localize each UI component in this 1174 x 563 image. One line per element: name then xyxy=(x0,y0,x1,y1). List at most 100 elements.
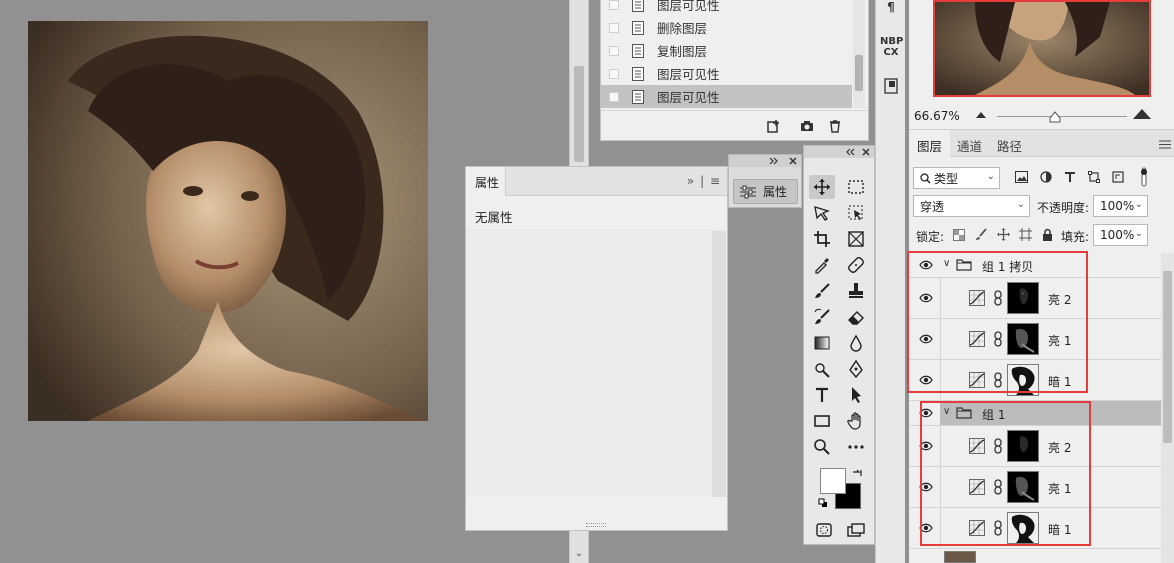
lock-image-pixels-icon[interactable] xyxy=(975,228,987,241)
blend-mode-select[interactable]: 穿透 ⌄ xyxy=(913,195,1030,217)
new-document-from-state-icon[interactable] xyxy=(767,119,781,133)
pen-tool-icon[interactable] xyxy=(843,357,869,381)
eyedropper-tool-icon[interactable] xyxy=(809,253,835,277)
history-item[interactable]: 图层可见性 xyxy=(601,0,852,16)
crop-tool-icon[interactable] xyxy=(809,227,835,251)
panel-collapse-glyph: » xyxy=(686,174,696,188)
glyphs-icon[interactable] xyxy=(880,78,902,94)
zoom-tool-icon[interactable] xyxy=(809,435,835,459)
history-item-label: 复制图层 xyxy=(657,44,708,59)
history-state-icon xyxy=(632,89,644,104)
smart-object-filter-icon[interactable] xyxy=(1112,171,1124,183)
properties-button[interactable]: 属性 xyxy=(733,179,798,204)
panel-menu-icon[interactable] xyxy=(1159,140,1171,149)
properties-scrollbar[interactable] xyxy=(712,231,726,497)
move-tool-icon[interactable] xyxy=(809,175,835,199)
fill-field[interactable]: 100% ⌄ xyxy=(1093,224,1148,246)
hand-tool-icon[interactable] xyxy=(843,409,869,433)
history-checkbox[interactable] xyxy=(609,0,619,10)
type-layer-filter-icon[interactable] xyxy=(1064,171,1076,183)
shape-layer-filter-icon[interactable] xyxy=(1088,171,1100,183)
zoom-out-icon[interactable] xyxy=(976,112,986,118)
scrollbar-thumb[interactable] xyxy=(1163,271,1172,443)
expand-icon[interactable] xyxy=(846,148,856,156)
clone-stamp-tool-icon[interactable] xyxy=(843,279,869,303)
history-checkbox[interactable] xyxy=(609,68,619,79)
history-brush-tool-icon[interactable] xyxy=(809,305,835,329)
swap-colors-icon[interactable] xyxy=(851,468,863,480)
history-checkbox[interactable] xyxy=(609,22,619,33)
panel-resize-grip[interactable] xyxy=(586,523,606,527)
zoom-in-icon[interactable] xyxy=(1133,109,1151,119)
chevron-down-icon: ⌄ xyxy=(986,171,995,182)
lock-all-icon[interactable] xyxy=(1042,228,1053,241)
panel-menu-icon[interactable]: » | ≡ xyxy=(687,174,721,188)
tab-layers[interactable]: 图层 xyxy=(909,130,951,157)
background-layer-thumbnail[interactable] xyxy=(944,551,976,563)
search-icon xyxy=(920,172,931,184)
history-item-label: 图层可见性 xyxy=(657,90,720,105)
healing-brush-tool-icon[interactable] xyxy=(843,253,869,277)
tab-properties[interactable]: 属性 xyxy=(466,167,506,196)
history-checkbox[interactable] xyxy=(609,91,619,102)
tab-channels[interactable]: 通道 xyxy=(949,130,990,157)
navigator-thumbnail[interactable] xyxy=(933,0,1151,97)
screen-mode-icon[interactable] xyxy=(843,518,869,542)
history-item[interactable]: 图层可见性 xyxy=(601,62,852,85)
blur-tool-icon[interactable] xyxy=(843,331,869,355)
history-item-selected[interactable]: 图层可见性 xyxy=(601,85,852,108)
scrollbar-thumb[interactable] xyxy=(574,66,584,162)
history-state-icon xyxy=(632,43,644,58)
trash-icon[interactable] xyxy=(828,119,842,133)
paragraph-icon[interactable]: ¶ xyxy=(880,0,902,14)
frame-tool-icon[interactable] xyxy=(843,227,869,251)
type-tool-icon[interactable] xyxy=(809,383,835,407)
gradient-tool-icon[interactable] xyxy=(809,331,835,355)
panel-header[interactable] xyxy=(729,155,801,167)
opacity-field[interactable]: 100% ⌄ xyxy=(1093,195,1148,217)
zoom-slider-track[interactable] xyxy=(997,116,1127,117)
quick-mask-icon[interactable] xyxy=(811,518,837,542)
panel-header[interactable] xyxy=(804,146,874,158)
marquee-tool-icon[interactable] xyxy=(843,175,869,199)
history-scrollbar[interactable] xyxy=(853,0,865,108)
layers-tabbar: 图层 通道 路径 xyxy=(909,129,1174,157)
brush-tool-icon[interactable] xyxy=(809,279,835,303)
eraser-tool-icon[interactable] xyxy=(843,305,869,329)
rectangle-tool-icon[interactable] xyxy=(809,409,835,433)
history-checkbox[interactable] xyxy=(609,45,619,56)
default-colors-icon[interactable] xyxy=(818,498,828,508)
dodge-tool-icon[interactable] xyxy=(809,357,835,381)
highlight-box-group xyxy=(920,401,1091,546)
foreground-color-swatch[interactable] xyxy=(820,468,846,494)
zoom-value[interactable]: 66.67% xyxy=(914,109,960,123)
portrait-image[interactable] xyxy=(28,21,428,421)
scrollbar-thumb[interactable] xyxy=(855,55,863,91)
lasso-tool-icon[interactable] xyxy=(809,201,835,225)
filter-toggle-icon[interactable] xyxy=(1139,167,1149,187)
lock-transparent-pixels-icon[interactable] xyxy=(953,229,965,241)
layers-scrollbar[interactable] xyxy=(1161,253,1174,563)
history-item[interactable]: 删除图层 xyxy=(601,16,852,39)
zoom-slider-handle[interactable] xyxy=(1049,111,1061,123)
lock-artboard-icon[interactable] xyxy=(1019,228,1032,241)
collapse-icon[interactable] xyxy=(769,157,779,165)
object-selection-tool-icon[interactable] xyxy=(843,201,869,225)
lock-position-icon[interactable] xyxy=(997,228,1010,241)
camera-icon[interactable] xyxy=(800,119,814,133)
character-styles-icon[interactable]: NBP CX xyxy=(880,36,903,58)
more-tools-icon[interactable] xyxy=(843,435,869,459)
layer-filter-kind[interactable]: 类型 ⌄ xyxy=(913,167,1000,189)
path-selection-tool-icon[interactable] xyxy=(843,383,869,407)
pixel-layer-filter-icon[interactable] xyxy=(1015,171,1028,183)
history-item[interactable]: 复制图层 xyxy=(601,39,852,62)
history-item-label: 图层可见性 xyxy=(657,67,720,82)
close-icon[interactable] xyxy=(789,157,797,165)
tab-paths[interactable]: 路径 xyxy=(989,130,1030,157)
opacity-value: 100% xyxy=(1100,199,1135,213)
close-icon[interactable] xyxy=(862,148,870,156)
chevron-down-icon: ⌄ xyxy=(1134,199,1143,210)
navigator-zoom-row: 66.67% xyxy=(909,104,1174,128)
scroll-down-arrow[interactable]: ⌄ xyxy=(570,548,588,559)
adjustment-layer-filter-icon[interactable] xyxy=(1040,171,1052,183)
